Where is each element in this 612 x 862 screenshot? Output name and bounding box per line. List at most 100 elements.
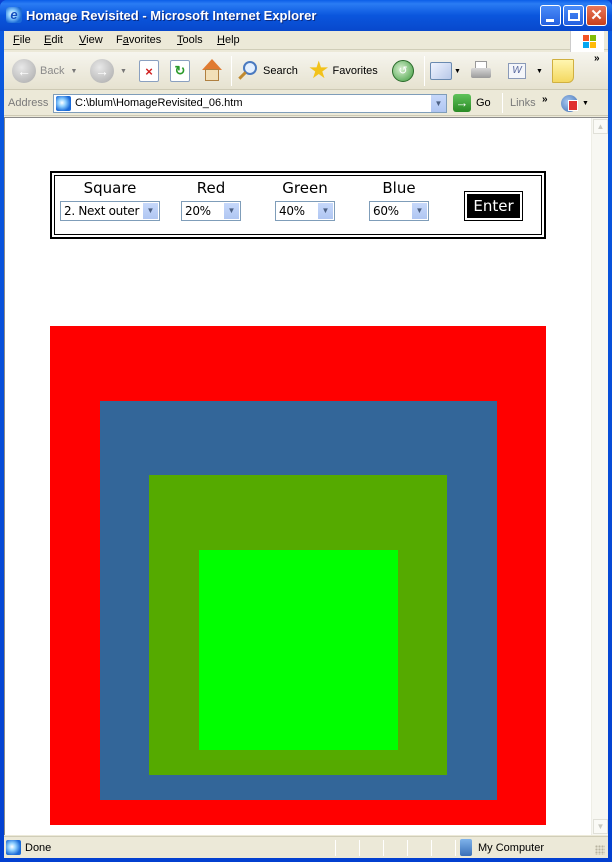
stop-icon: × [139, 60, 159, 82]
red-select-value: 20% [185, 204, 211, 218]
stop-button[interactable]: × [139, 57, 159, 85]
chevron-down-icon[interactable]: ▼ [412, 203, 427, 219]
pdf-dropdown-icon[interactable]: ▼ [582, 100, 589, 107]
blue-select-value: 60% [373, 204, 399, 218]
forward-button[interactable]: → ▼ [90, 57, 127, 85]
red-control: Red 20% ▼ [181, 173, 241, 221]
links-overflow-chevron[interactable]: » [542, 94, 548, 105]
edit-dropdown-icon[interactable]: ▼ [536, 68, 543, 75]
go-arrow-icon: → [453, 94, 471, 112]
status-text: Done [25, 842, 52, 854]
close-icon: ✕ [590, 7, 603, 24]
search-label: Search [263, 65, 298, 77]
go-label: Go [476, 97, 491, 109]
title-bar[interactable]: e Homage Revisited - Microsoft Internet … [0, 0, 612, 31]
mail-dropdown-icon[interactable]: ▼ [454, 68, 461, 75]
address-bar: Address C:\blum\HomageRevisited_06.htm ▼… [4, 91, 608, 116]
mail-button[interactable]: ▼ [430, 57, 461, 85]
refresh-icon: ↻ [170, 60, 190, 82]
page-status-icon [6, 840, 21, 855]
enter-button[interactable]: Enter [464, 191, 523, 221]
close-button[interactable]: ✕ [586, 5, 607, 26]
minimize-button[interactable] [540, 5, 561, 26]
menu-file[interactable]: File [13, 34, 31, 46]
toolbar-separator [231, 56, 232, 86]
standard-toolbar: ← Back ▼ → ▼ × ↻ Search ★ Favorites ↺ ▼ … [4, 52, 608, 90]
menu-favorites[interactable]: Favorites [116, 34, 161, 46]
page-viewport: Square 2. Next outer ▼ Red 20% ▼ Green 4… [4, 117, 608, 835]
home-icon [200, 59, 224, 83]
status-divider [431, 840, 432, 856]
my-computer-icon [460, 839, 472, 856]
minimize-icon [546, 19, 554, 22]
menu-edit[interactable]: Edit [44, 34, 63, 46]
blue-label: Blue [382, 179, 416, 197]
browser-window: e Homage Revisited - Microsoft Internet … [0, 0, 612, 862]
pdf-icon [561, 95, 578, 112]
status-bar: Done My Computer [4, 836, 608, 858]
red-select[interactable]: 20% ▼ [181, 201, 241, 221]
notes-button[interactable] [552, 57, 574, 85]
menu-tools[interactable]: Tools [177, 34, 203, 46]
security-zone: My Computer [478, 842, 545, 854]
windows-logo-icon [570, 31, 604, 52]
links-label[interactable]: Links [510, 97, 536, 109]
search-button[interactable]: Search [237, 57, 298, 85]
address-separator [502, 93, 503, 113]
go-button[interactable]: → Go [453, 94, 491, 112]
status-divider [455, 840, 456, 856]
green-select[interactable]: 40% ▼ [275, 201, 335, 221]
back-arrow-icon: ← [12, 59, 36, 83]
word-icon: W [508, 63, 526, 79]
blue-select[interactable]: 60% ▼ [369, 201, 429, 221]
green-select-value: 40% [279, 204, 305, 218]
inner-square [199, 550, 398, 750]
square-select-value: 2. Next outer [64, 204, 140, 218]
mail-icon [430, 62, 452, 80]
menu-view[interactable]: View [79, 34, 103, 46]
ie-logo-icon: e [6, 7, 22, 23]
favorites-star-icon: ★ [308, 57, 330, 84]
note-icon [552, 59, 574, 83]
square-control: Square 2. Next outer ▼ [60, 173, 160, 221]
forward-dropdown-icon[interactable]: ▼ [120, 68, 127, 75]
status-divider [383, 840, 384, 856]
address-dropdown-icon[interactable]: ▼ [430, 95, 446, 112]
blue-control: Blue 60% ▼ [369, 173, 429, 221]
toolbar-overflow-chevron[interactable]: » [594, 53, 600, 64]
edit-word-button[interactable]: W ▼ [508, 57, 543, 85]
window-title: Homage Revisited - Microsoft Internet Ex… [26, 8, 317, 23]
scroll-up-button[interactable]: ▲ [593, 119, 608, 134]
vertical-scrollbar[interactable]: ▲ ▼ [591, 118, 608, 835]
resize-grip[interactable] [595, 845, 605, 855]
square-select[interactable]: 2. Next outer ▼ [60, 201, 160, 221]
favorites-button[interactable]: ★ Favorites [308, 57, 378, 85]
home-button[interactable] [200, 57, 224, 85]
menu-help[interactable]: Help [217, 34, 240, 46]
pdf-button[interactable]: ▼ [561, 95, 589, 112]
green-control: Green 40% ▼ [275, 173, 335, 221]
color-controls-panel: Square 2. Next outer ▼ Red 20% ▼ Green 4… [50, 171, 546, 239]
status-divider [335, 840, 336, 856]
back-button[interactable]: ← Back ▼ [12, 57, 77, 85]
history-button[interactable]: ↺ [392, 57, 414, 85]
address-label: Address [8, 97, 49, 109]
refresh-button[interactable]: ↻ [170, 57, 190, 85]
red-label: Red [196, 179, 226, 197]
back-dropdown-icon[interactable]: ▼ [70, 68, 77, 75]
menu-bar: File Edit View Favorites Tools Help [4, 31, 608, 52]
chevron-down-icon[interactable]: ▼ [224, 203, 239, 219]
search-icon [237, 60, 259, 82]
address-input[interactable]: C:\blum\HomageRevisited_06.htm ▼ [53, 94, 447, 113]
print-button[interactable] [470, 57, 492, 85]
history-icon: ↺ [392, 60, 414, 82]
forward-arrow-icon: → [90, 59, 114, 83]
scroll-down-button[interactable]: ▼ [593, 819, 608, 834]
address-url[interactable]: C:\blum\HomageRevisited_06.htm [75, 97, 243, 109]
chevron-down-icon[interactable]: ▼ [143, 203, 158, 219]
printer-icon [470, 61, 492, 81]
chevron-down-icon[interactable]: ▼ [318, 203, 333, 219]
back-label: Back [40, 65, 65, 77]
maximize-button[interactable] [563, 5, 584, 26]
status-divider [407, 840, 408, 856]
